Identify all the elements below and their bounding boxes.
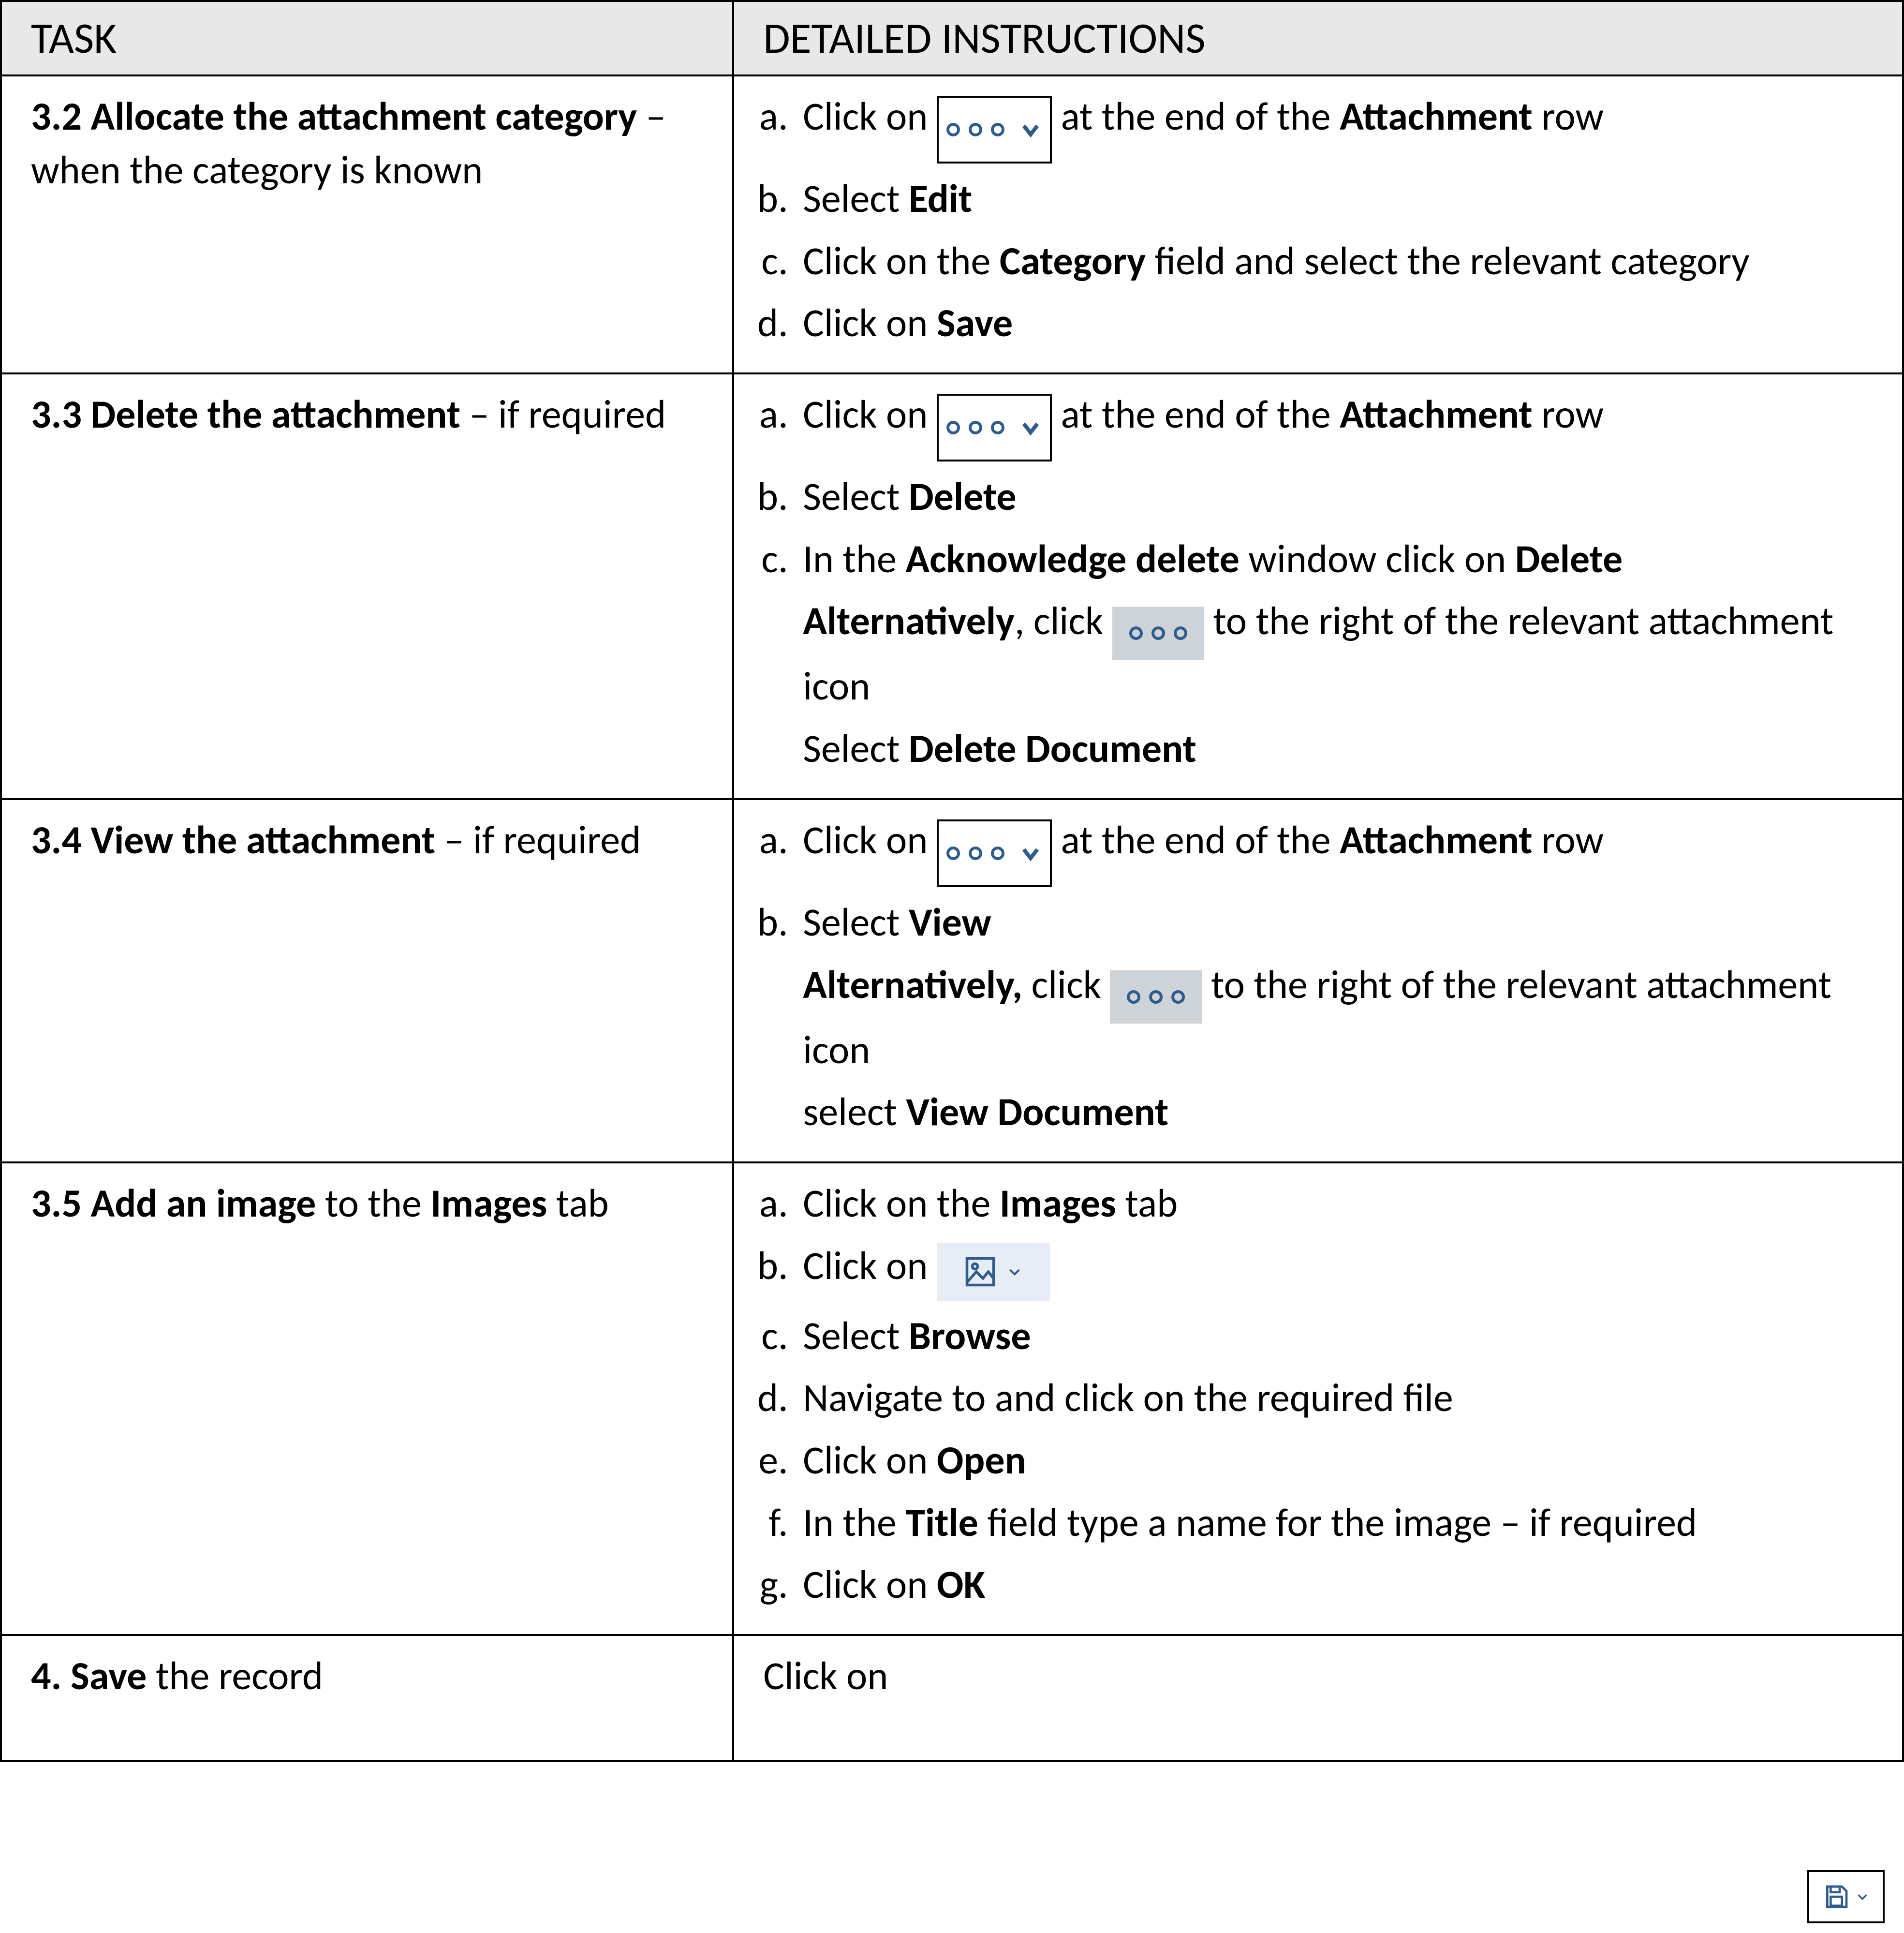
instruction-list: Click on the Images tab Click on Select B… bbox=[763, 1177, 1873, 1612]
chevron-down-icon bbox=[1019, 842, 1042, 865]
instruction-list: Click on at the end of the Attachment ro… bbox=[763, 388, 1873, 776]
instruction-item: Click on Open bbox=[797, 1434, 1873, 1487]
instruction-sublist: Alternatively, click to the right of the… bbox=[803, 595, 1873, 775]
table-row: 3.2 Allocate the attachment category – w… bbox=[1, 75, 1903, 373]
instruction-item: In the Title field type a name for the i… bbox=[797, 1496, 1873, 1550]
instruction-subitem: select View Document bbox=[803, 1085, 1873, 1139]
more-dropdown-badge bbox=[937, 819, 1052, 887]
chevron-down-icon bbox=[1019, 416, 1042, 439]
table-row: 3.5 Add an image to the Images tabClick … bbox=[1, 1162, 1903, 1635]
instructions-cell: Click on at the end of the Attachment ro… bbox=[733, 799, 1903, 1162]
task-cell: 3.5 Add an image to the Images tab bbox=[1, 1162, 733, 1635]
instruction-item: In the Acknowledge delete window click o… bbox=[797, 533, 1873, 776]
instruction-item: Select Browse bbox=[797, 1309, 1873, 1363]
instruction-item: Click on at the end of the Attachment ro… bbox=[797, 90, 1873, 164]
task-cell: 3.3 Delete the attachment – if required bbox=[1, 373, 733, 799]
instruction-item: Click on bbox=[797, 1239, 1873, 1301]
save-dropdown-badge bbox=[1807, 1870, 1885, 1923]
table-header-row: TASK DETAILED INSTRUCTIONS bbox=[1, 1, 1903, 75]
instruction-subitem: Alternatively, click to the right of the… bbox=[803, 958, 1873, 1077]
instruction-item: Click on at the end of the Attachment ro… bbox=[797, 388, 1873, 461]
instruction-item: Click on OK bbox=[797, 1558, 1873, 1612]
instruction-subitem: Alternatively, click to the right of the… bbox=[803, 595, 1873, 714]
picture-dropdown-badge bbox=[937, 1243, 1050, 1301]
instruction-item: Select ViewAlternatively, click to the r… bbox=[797, 896, 1873, 1139]
more-dropdown-badge bbox=[937, 394, 1052, 461]
instruction-sublist: Alternatively, click to the right of the… bbox=[803, 958, 1873, 1139]
table-row: 4. Save the recordClick on bbox=[1, 1635, 1903, 1761]
instruction-item: Select Edit bbox=[797, 172, 1873, 226]
task-cell: 4. Save the record bbox=[1, 1635, 733, 1761]
instruction-item: Click on Save bbox=[797, 297, 1873, 350]
instruction-item: Select Delete bbox=[797, 470, 1873, 524]
header-instructions: DETAILED INSTRUCTIONS bbox=[733, 1, 1903, 75]
task-cell: 3.2 Allocate the attachment category – w… bbox=[1, 75, 733, 373]
more-badge bbox=[1110, 970, 1202, 1024]
instruction-item: Navigate to and click on the required fi… bbox=[797, 1371, 1873, 1425]
instruction-subitem: Select Delete Document bbox=[803, 722, 1873, 776]
task-cell: 3.4 View the attachment – if required bbox=[1, 799, 733, 1162]
picture-icon bbox=[964, 1256, 996, 1288]
chevron-down-icon bbox=[1007, 1264, 1022, 1279]
instructions-cell: Click on the Images tab Click on Select B… bbox=[733, 1162, 1903, 1635]
chevron-down-icon bbox=[1856, 1890, 1869, 1903]
instructions-table: TASK DETAILED INSTRUCTIONS 3.2 Allocate … bbox=[0, 0, 1904, 1762]
chevron-down-icon bbox=[1019, 118, 1042, 141]
save-icon bbox=[1823, 1883, 1850, 1910]
instruction-list: Click on at the end of the Attachment ro… bbox=[763, 814, 1873, 1139]
instructions-cell: Click on bbox=[733, 1635, 1903, 1761]
instruction-item: Click on the Images tab bbox=[797, 1177, 1873, 1231]
instructions-cell: Click on at the end of the Attachment ro… bbox=[733, 373, 1903, 799]
table-row: 3.4 View the attachment – if required Cli… bbox=[1, 799, 1903, 1162]
instructions-cell: Click on at the end of the Attachment ro… bbox=[733, 75, 1903, 373]
instruction-list: Click on at the end of the Attachment ro… bbox=[763, 90, 1873, 350]
instruction-item: Click on the Category field and select t… bbox=[797, 235, 1873, 288]
instruction-item: Click on at the end of the Attachment ro… bbox=[797, 814, 1873, 887]
table-row: 3.3 Delete the attachment – if required C… bbox=[1, 373, 1903, 799]
more-dropdown-badge bbox=[937, 96, 1052, 164]
more-badge bbox=[1112, 607, 1204, 660]
header-task: TASK bbox=[1, 1, 733, 75]
